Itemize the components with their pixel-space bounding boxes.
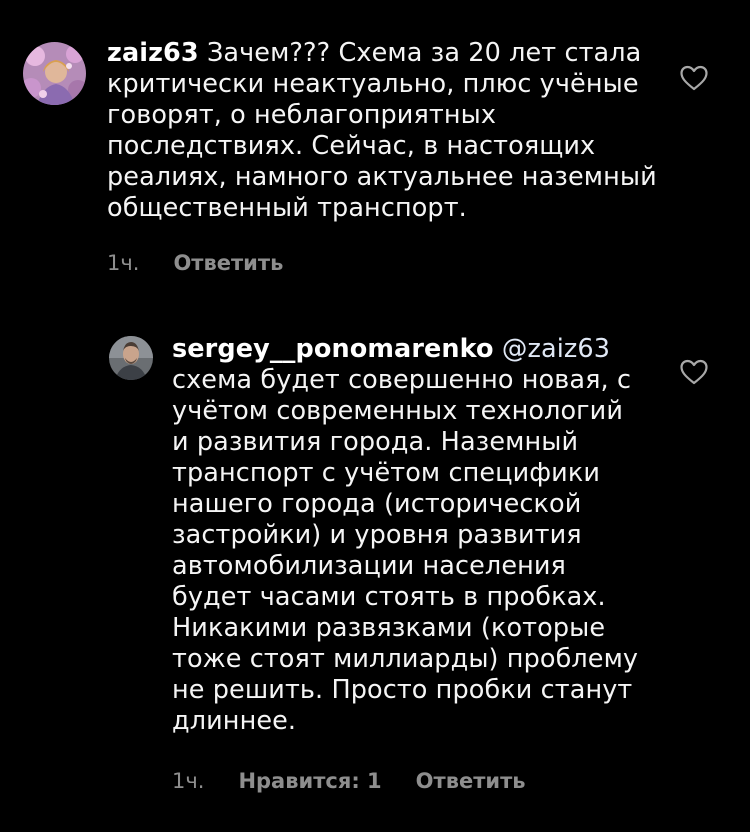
comment-username[interactable]: zaiz63: [107, 38, 199, 68]
comment-reply: sergey__ponomarenko @zaiz63 схема будет …: [0, 300, 750, 832]
avatar[interactable]: [23, 42, 86, 105]
reply-button[interactable]: Ответить: [173, 251, 283, 275]
heart-icon[interactable]: [679, 358, 709, 386]
comment-body: схема будет совершенно новая, с учётом с…: [172, 365, 639, 736]
comment-timestamp: 1ч.: [107, 251, 140, 275]
comment-text: sergey__ponomarenko @zaiz63 схема будет …: [172, 334, 642, 737]
avatar[interactable]: [109, 336, 153, 380]
avatar-image: [23, 42, 86, 105]
comment-text: zaiz63 Зачем??? Схема за 20 лет стала кр…: [107, 38, 667, 224]
comment-meta: 1ч. Нравится: 1 Ответить: [172, 769, 560, 793]
comment-meta: 1ч. Ответить: [107, 251, 317, 275]
heart-icon[interactable]: [679, 64, 709, 92]
avatar-image: [109, 336, 153, 380]
comment-mention[interactable]: @zaiz63: [502, 334, 610, 364]
likes-count-button[interactable]: Нравится: 1: [238, 769, 381, 793]
comment: zaiz63 Зачем??? Схема за 20 лет стала кр…: [0, 0, 750, 300]
comment-timestamp: 1ч.: [172, 769, 205, 793]
comment-username[interactable]: sergey__ponomarenko: [172, 334, 494, 364]
reply-button[interactable]: Ответить: [416, 769, 526, 793]
